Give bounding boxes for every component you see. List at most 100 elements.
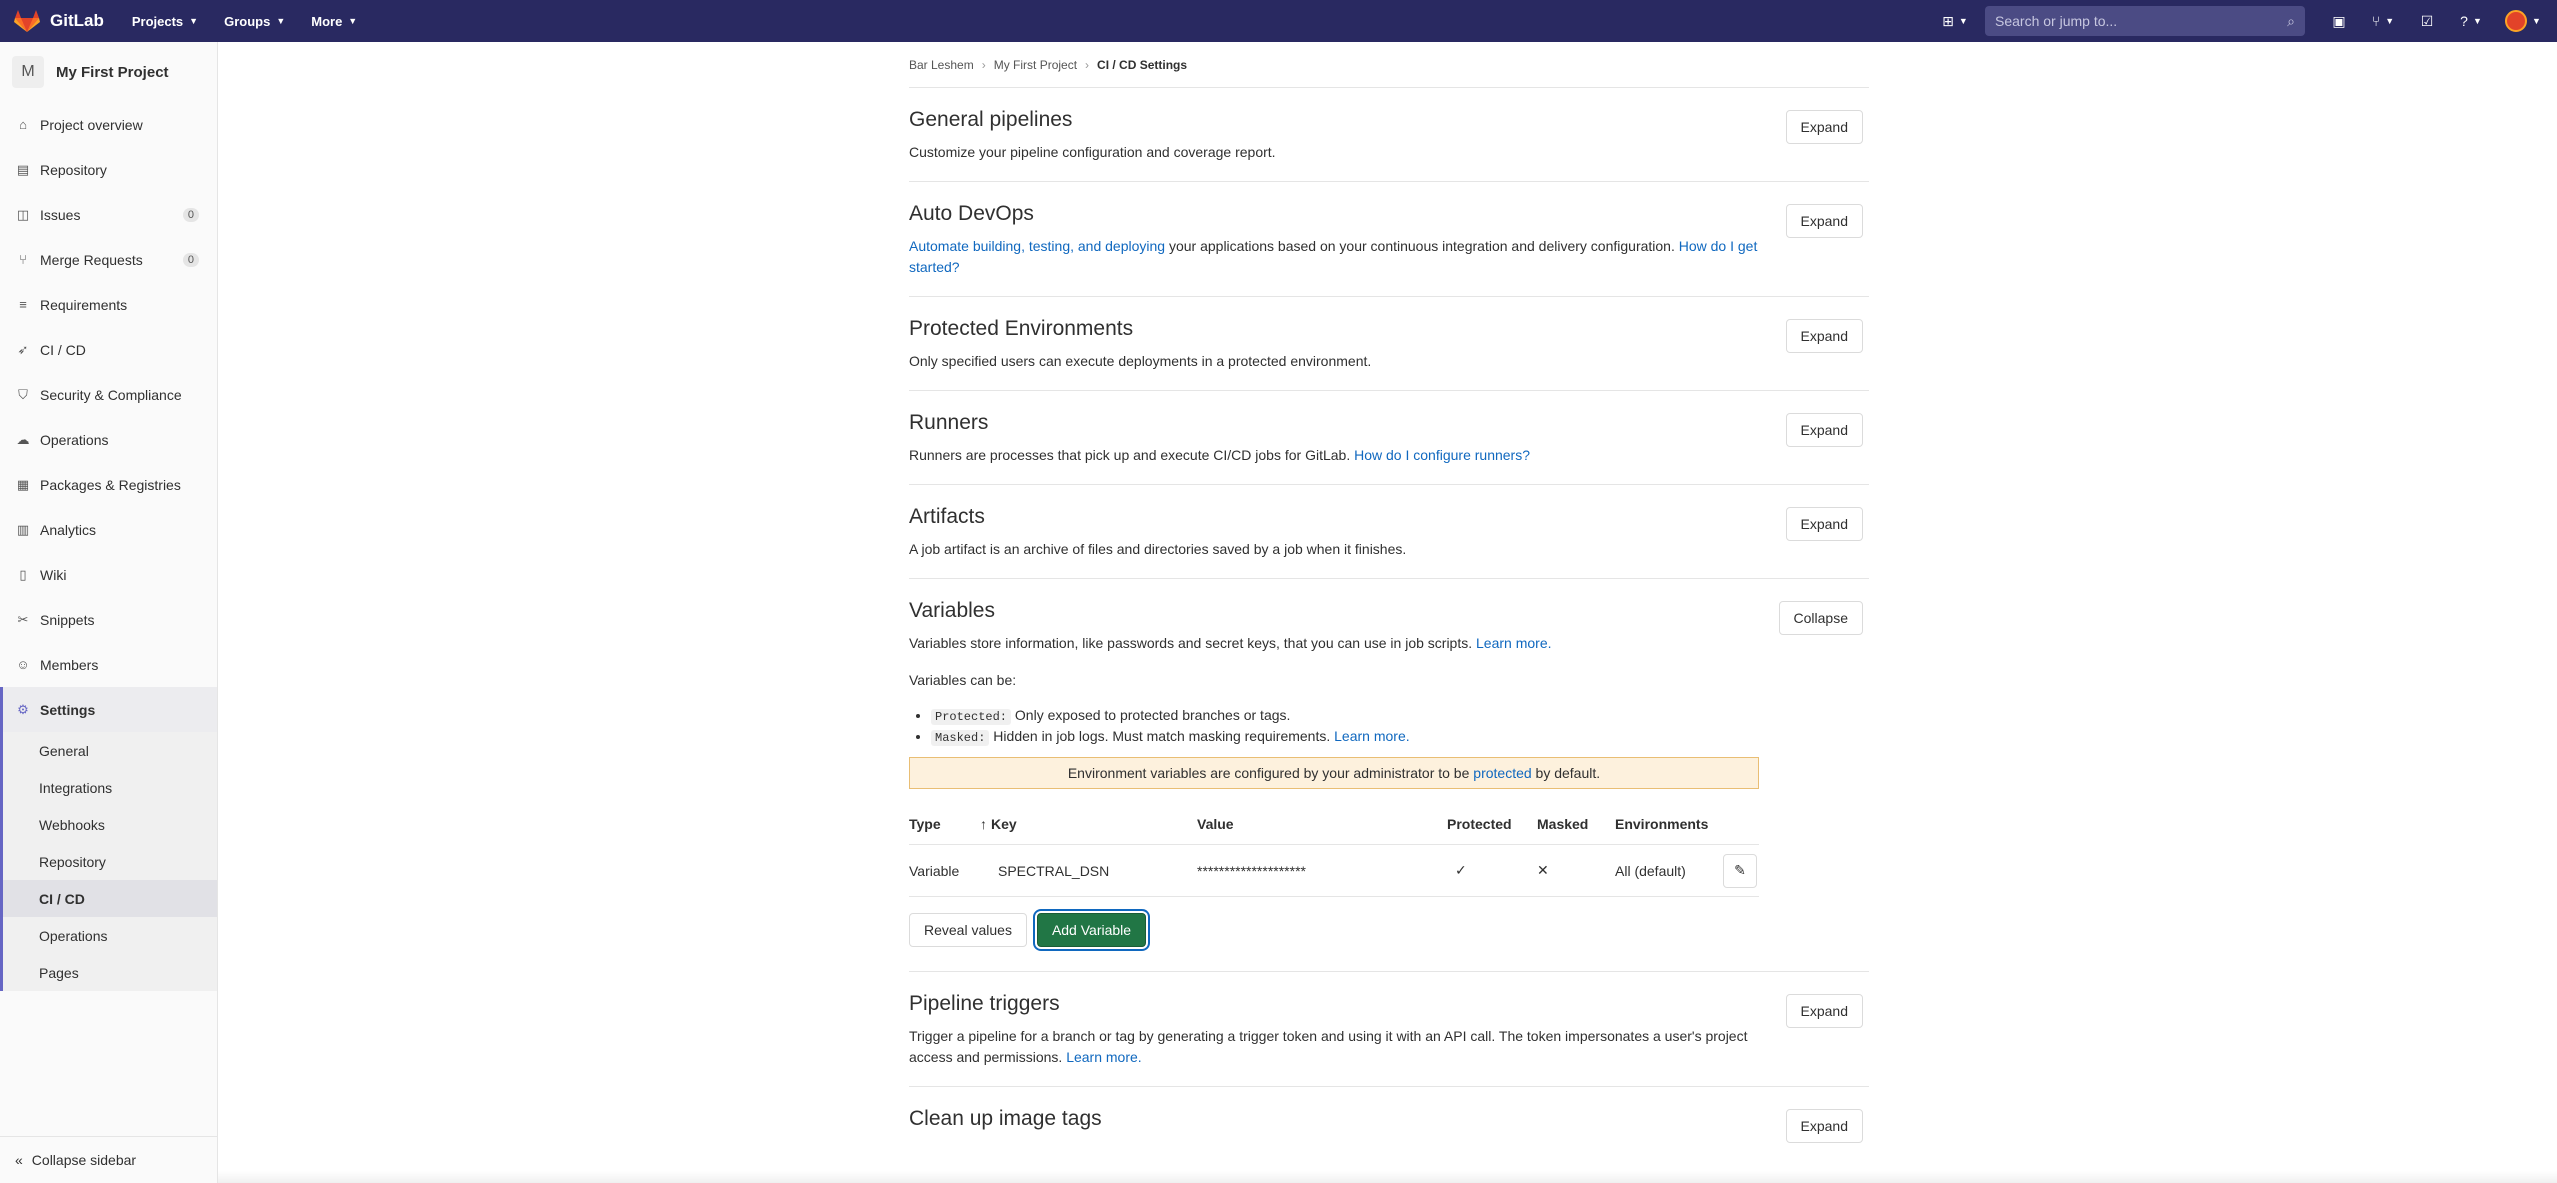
sidebar-item-label: CI / CD xyxy=(40,341,86,358)
home-icon: ⌂ xyxy=(19,117,27,132)
pipeline-triggers-section: Pipeline triggers Trigger a pipeline for… xyxy=(909,972,1869,1087)
chevron-down-icon: ▼ xyxy=(348,16,358,26)
issues-count-badge: 0 xyxy=(182,207,199,222)
edit-variable-button[interactable]: ✎ xyxy=(1723,853,1757,888)
add-variable-button[interactable]: Add Variable xyxy=(1036,913,1147,947)
settings-sub-pages[interactable]: Pages xyxy=(3,954,217,991)
package-icon: ▦ xyxy=(16,476,30,492)
protected-link[interactable]: protected xyxy=(1473,765,1531,781)
section-description: Customize your pipeline configuration an… xyxy=(909,144,1276,160)
sidebar-item-issues[interactable]: ◫ Issues 0 xyxy=(0,192,217,237)
sidebar-item-label: Requirements xyxy=(40,296,128,313)
section-description: Runners are processes that pick up and e… xyxy=(909,445,1759,466)
collapse-sidebar-button[interactable]: « Collapse sidebar xyxy=(0,1136,218,1183)
gitlab-logo-icon xyxy=(14,10,40,32)
sidebar-item-ci-cd[interactable]: ➶ CI / CD xyxy=(0,327,217,372)
more-menu[interactable]: More ▼ xyxy=(311,14,357,29)
reveal-values-button[interactable]: Reveal values xyxy=(909,913,1027,947)
sidebar-item-repository[interactable]: ▤ Repository xyxy=(0,147,217,192)
settings-sub-ci-cd[interactable]: CI / CD xyxy=(3,880,217,917)
todos-nav-button[interactable]: ☑ xyxy=(2407,0,2447,42)
table-header: Type ↑ Key Value Protected Masked Environ… xyxy=(909,803,1759,845)
description-text: Trigger a pipeline for a branch or tag b… xyxy=(909,1028,1748,1065)
settings-sub-integrations[interactable]: Integrations xyxy=(3,769,217,806)
user-avatar xyxy=(2505,10,2528,32)
expand-button[interactable]: Expand xyxy=(1785,204,1863,238)
pencil-icon: ✎ xyxy=(1734,862,1746,878)
protected-check-icon: ✓ xyxy=(1455,862,1467,878)
settings-sub-repository[interactable]: Repository xyxy=(3,843,217,880)
user-menu[interactable]: ▼ xyxy=(2495,0,2551,42)
column-header-protected: Protected xyxy=(1447,815,1512,832)
sidebar-item-label: Operations xyxy=(40,431,109,448)
variable-value: ******************** xyxy=(1197,862,1306,879)
protected-code: Protected: xyxy=(931,709,1012,725)
breadcrumb-item-project[interactable]: My First Project xyxy=(994,58,1077,72)
expand-button[interactable]: Expand xyxy=(1785,319,1863,353)
expand-button[interactable]: Expand xyxy=(1785,994,1863,1028)
protected-default-alert: Environment variables are configured by … xyxy=(909,757,1759,789)
breadcrumb-item-current[interactable]: CI / CD Settings xyxy=(1097,58,1187,72)
plus-square-icon: ⊞ xyxy=(1942,12,1954,29)
project-header[interactable]: M My First Project xyxy=(0,42,217,102)
settings-sub-general[interactable]: General xyxy=(3,732,217,769)
breadcrumb-item-group[interactable]: Bar Leshem xyxy=(909,58,974,72)
masked-code: Masked: xyxy=(931,730,990,746)
general-pipelines-section: General pipelines Customize your pipelin… xyxy=(909,88,1869,182)
expand-button[interactable]: Expand xyxy=(1785,507,1863,541)
projects-menu[interactable]: Projects ▼ xyxy=(132,14,198,29)
section-title: Variables xyxy=(909,599,995,622)
settings-sub-webhooks[interactable]: Webhooks xyxy=(3,806,217,843)
chevron-down-icon: ▼ xyxy=(1958,16,1968,26)
issues-nav-button[interactable]: ▣ xyxy=(2319,0,2359,42)
sidebar-item-label: Merge Requests xyxy=(40,251,143,268)
variables-can-be-label: Variables can be: xyxy=(909,672,1017,688)
sidebar-item-snippets[interactable]: ✂ Snippets xyxy=(0,597,217,642)
configure-runners-link[interactable]: How do I configure runners? xyxy=(1354,447,1530,463)
alert-text: Environment variables are configured by … xyxy=(1067,765,1470,781)
sidebar-item-analytics[interactable]: ▥ Analytics xyxy=(0,507,217,552)
column-header-key[interactable]: ↑ Key xyxy=(980,816,1197,832)
sidebar-item-packages[interactable]: ▦ Packages & Registries xyxy=(0,462,217,507)
section-title: Artifacts xyxy=(909,505,985,528)
brand-name: GitLab xyxy=(50,11,104,30)
search-input[interactable]: Search or jump to... ⌕ xyxy=(1985,6,2305,36)
cleanup-image-tags-section: Clean up image tags Expand xyxy=(909,1087,1869,1153)
sidebar-item-requirements[interactable]: ≡ Requirements xyxy=(0,282,217,327)
merge-icon: ⑂ xyxy=(19,252,27,267)
users-icon: ☺ xyxy=(16,657,30,672)
variable-actions: Reveal values Add Variable xyxy=(909,913,1869,947)
sidebar-item-wiki[interactable]: ▯ Wiki xyxy=(0,552,217,597)
sidebar-item-security[interactable]: ⛉ Security & Compliance xyxy=(0,372,217,417)
breadcrumb: Bar Leshem › My First Project › CI / CD … xyxy=(909,42,1869,88)
sidebar-item-operations[interactable]: ☁ Operations xyxy=(0,417,217,462)
gitlab-logo-link[interactable]: GitLab xyxy=(14,9,104,33)
sidebar-item-project-overview[interactable]: ⌂ Project overview xyxy=(0,102,217,147)
chevron-down-icon: ▼ xyxy=(189,16,199,26)
learn-more-link[interactable]: Learn more. xyxy=(1066,1049,1141,1065)
doc-icon: ▤ xyxy=(16,161,30,177)
chevron-down-icon: ▼ xyxy=(276,16,286,26)
learn-more-link[interactable]: Learn more. xyxy=(1334,728,1409,744)
sidebar-item-settings[interactable]: ⚙ Settings xyxy=(0,687,217,732)
main-content: Bar Leshem › My First Project › CI / CD … xyxy=(909,42,1869,1153)
sidebar-item-label: Wiki xyxy=(40,566,67,583)
settings-submenu: General Integrations Webhooks Repository… xyxy=(0,732,217,991)
collapse-button[interactable]: Collapse xyxy=(1778,601,1863,635)
column-header-masked: Masked xyxy=(1537,815,1589,832)
groups-menu[interactable]: Groups ▼ xyxy=(224,14,285,29)
auto-devops-link[interactable]: Automate building, testing, and deployin… xyxy=(909,238,1165,254)
help-dropdown[interactable]: ? ▼ xyxy=(2447,0,2495,42)
merge-requests-nav-button[interactable]: ⑂ ▼ xyxy=(2359,0,2407,42)
learn-more-link[interactable]: Learn more. xyxy=(1476,635,1551,651)
issues-icon: ▣ xyxy=(2332,12,2346,29)
sidebar-item-merge-requests[interactable]: ⑂ Merge Requests 0 xyxy=(0,237,217,282)
settings-sub-operations[interactable]: Operations xyxy=(3,917,217,954)
expand-button[interactable]: Expand xyxy=(1785,1109,1863,1143)
expand-button[interactable]: Expand xyxy=(1785,110,1863,144)
section-description: Only specified users can execute deploym… xyxy=(909,353,1372,369)
new-item-dropdown[interactable]: ⊞ ▼ xyxy=(1935,0,1975,42)
expand-button[interactable]: Expand xyxy=(1785,413,1863,447)
cloud-icon: ☁ xyxy=(16,431,30,447)
sidebar-item-members[interactable]: ☺ Members xyxy=(0,642,217,687)
